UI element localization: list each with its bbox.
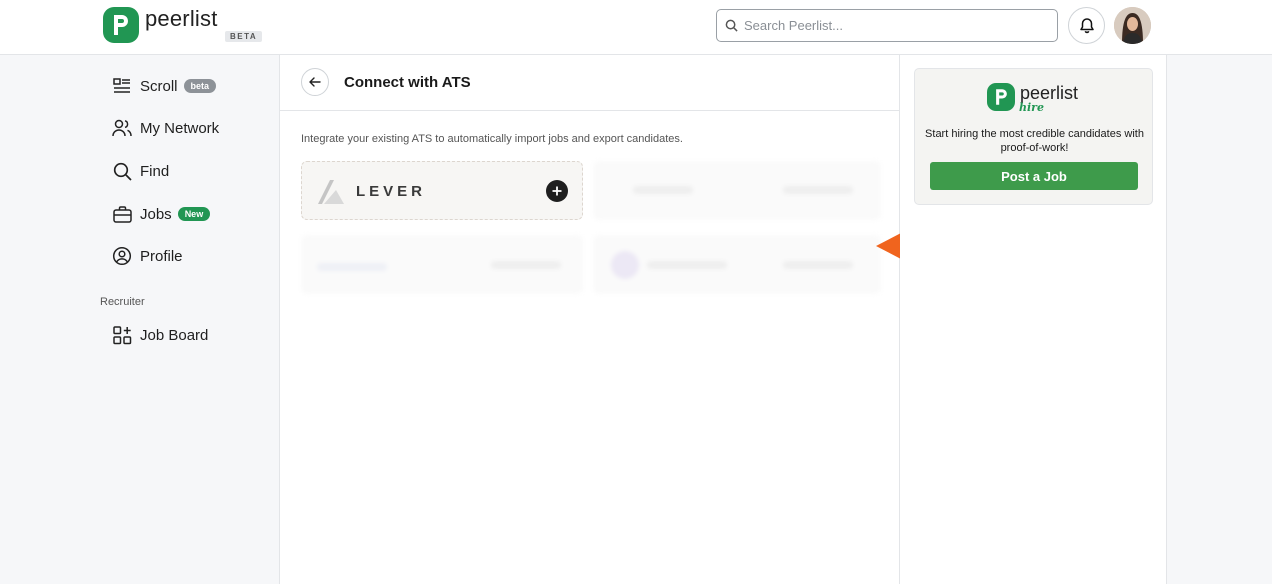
bell-icon	[1079, 18, 1094, 34]
top-bar: peerlist BETA	[0, 0, 1272, 55]
briefcase-icon	[112, 204, 132, 224]
plus-icon	[552, 186, 562, 196]
sidebar-item-find[interactable]: Find	[112, 159, 169, 183]
sidebar-item-job-board[interactable]: Job Board	[112, 323, 208, 347]
sidebar-item-label: My Network	[140, 119, 220, 137]
sidebar-item-label: Job Board	[140, 326, 209, 344]
integration-card-lever[interactable]: LEVER	[301, 161, 583, 220]
lever-logo: LEVER	[316, 176, 426, 206]
page-title: Connect with ATS	[344, 74, 471, 91]
back-button[interactable]	[301, 68, 329, 96]
main-header: Connect with ATS	[280, 55, 899, 111]
integration-card-blurred	[593, 235, 881, 294]
beta-pill: beta	[183, 79, 217, 93]
promo-brand: peerlist	[1020, 83, 1079, 103]
add-integration-button[interactable]	[546, 180, 568, 202]
beta-badge: BETA	[225, 31, 263, 42]
new-pill: New	[177, 207, 211, 221]
main-content: Connect with ATS Integrate your existing…	[279, 55, 1041, 584]
page-description: Integrate your existing ATS to automatic…	[301, 133, 683, 145]
sidebar-item-label: Jobs	[140, 205, 172, 223]
integration-card-blurred	[301, 235, 583, 294]
promo-sub: hire	[1019, 101, 1044, 114]
sidebar-item-my-network[interactable]: My Network	[112, 116, 219, 140]
search-box[interactable]	[716, 9, 1058, 42]
notifications-button[interactable]	[1068, 7, 1105, 44]
sidebar-item-profile[interactable]: Profile	[112, 244, 183, 268]
peerlist-logo[interactable]: peerlist BETA	[103, 6, 263, 43]
sidebar-item-label: Scroll	[140, 77, 178, 95]
sidebar-item-label: Find	[140, 162, 170, 180]
search-input[interactable]	[744, 18, 1044, 33]
section-label-recruiter: Recruiter	[100, 296, 145, 308]
users-icon	[112, 118, 132, 138]
grid-add-icon	[112, 325, 132, 345]
search-icon	[725, 19, 738, 32]
sidebar-item-jobs[interactable]: Jobs New	[112, 202, 211, 226]
sidebar-item-label: Profile	[140, 247, 183, 265]
hire-promo-card: peerlist hire Start hiring the most cred…	[914, 68, 1153, 205]
user-circle-icon	[112, 246, 132, 266]
brand-name: peerlist	[145, 6, 218, 31]
avatar[interactable]	[1114, 7, 1151, 44]
integration-card-blurred	[593, 161, 881, 220]
promo-text: Start hiring the most credible candidate…	[925, 128, 1144, 154]
arrow-left-icon	[309, 77, 321, 87]
sidebar-item-scroll[interactable]: Scroll beta	[112, 74, 217, 98]
search-icon	[112, 161, 132, 181]
sidebar: Scroll beta My Network Find Jobs New Pro…	[0, 55, 279, 584]
lever-mark-icon	[318, 180, 344, 204]
peerlist-logo-icon	[987, 83, 1015, 111]
integration-name: LEVER	[356, 182, 427, 200]
feed-icon	[112, 76, 132, 96]
post-job-button[interactable]: Post a Job	[930, 162, 1138, 190]
peerlist-logo-icon	[103, 7, 139, 43]
